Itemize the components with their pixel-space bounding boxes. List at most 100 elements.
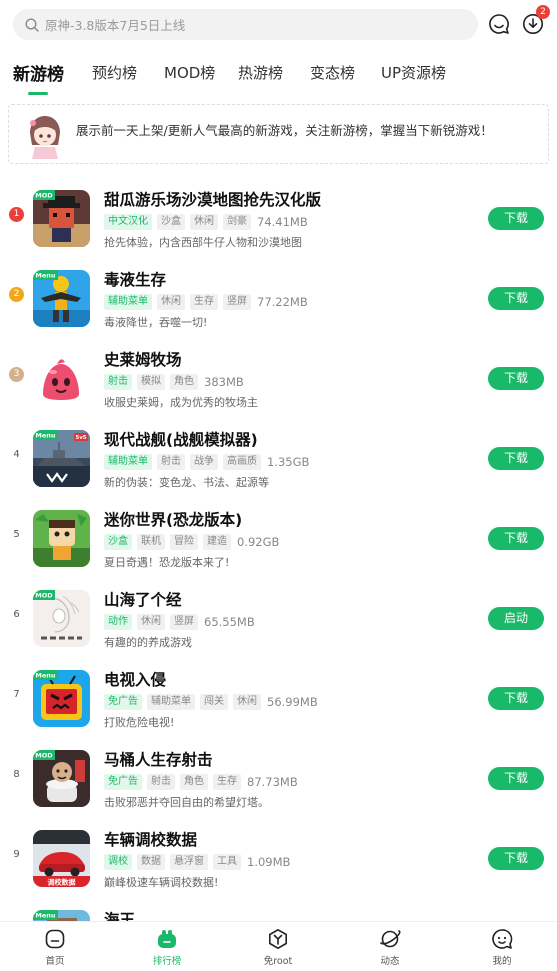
list-item[interactable]: 2 Menu 毒液生存 辅助菜单 休闲 生存 竖屏 77.22MB 毒液降世，吞… — [0, 258, 557, 338]
game-title[interactable]: 史莱姆牧场 — [104, 348, 182, 370]
game-title[interactable]: 山海了个经 — [104, 588, 182, 610]
svg-text:Menu: Menu — [35, 672, 56, 680]
game-icon[interactable]: MOD — [33, 190, 90, 247]
game-description: 毒液降世，吞噬一切! — [104, 316, 208, 329]
list-item[interactable]: 8 MOD 马桶人生存射击 免广告 射击 角色 生存 87.73MB 击败邪恶并… — [0, 738, 557, 818]
tag: 休闲 — [233, 693, 261, 710]
list-item[interactable]: 1 MOD 甜瓜游乐场沙漠地图抢先汉化版 中文汉化 沙盒 休闲 剑豪 74.41… — [0, 178, 557, 258]
game-title[interactable]: 电视入侵 — [104, 668, 166, 690]
svg-text:Menu: Menu — [35, 432, 56, 440]
tab-mod[interactable]: MOD榜 — [164, 62, 215, 83]
game-title[interactable]: 马桶人生存射击 — [104, 748, 213, 770]
tag: 生存 — [213, 773, 241, 790]
game-description: 新的伪装：变色龙、书法、起源等 — [104, 476, 269, 489]
tab-modded[interactable]: 变态榜 — [310, 62, 355, 83]
game-title[interactable]: 毒液生存 — [104, 268, 166, 290]
game-title[interactable]: 车辆调校数据 — [104, 828, 197, 850]
ranking-tabs: 新游榜 预约榜 MOD榜 热游榜 变态榜 UP资源榜 — [0, 57, 557, 97]
svg-text:MOD: MOD — [35, 752, 53, 760]
list-item[interactable]: 5 迷你世界(恐龙版本) 沙盒 联机 冒险 建造 0.92GB 夏日奇遇！恐龙版… — [0, 498, 557, 578]
tag: 工具 — [213, 853, 241, 870]
game-icon[interactable]: Menu — [33, 910, 90, 921]
game-icon[interactable] — [33, 350, 90, 407]
game-ranking-list: 1 MOD 甜瓜游乐场沙漠地图抢先汉化版 中文汉化 沙盒 休闲 剑豪 74.41… — [0, 166, 557, 921]
game-title[interactable]: 海王 — [104, 908, 135, 921]
game-icon[interactable]: MOD — [33, 590, 90, 647]
tag: 射击 — [157, 453, 185, 470]
rank-number: 8 — [13, 769, 20, 780]
nav-label: 首页 — [45, 956, 65, 967]
file-size: 77.22MB — [257, 294, 308, 309]
game-description: 收服史莱姆，成为优秀的牧场主 — [104, 396, 258, 409]
game-icon[interactable]: Menu — [33, 670, 90, 727]
game-tags: 调校 数据 悬浮窗 工具 1.09MB — [104, 853, 290, 870]
download-button[interactable]: 下载 — [488, 527, 544, 550]
game-description: 打败危险电视! — [104, 716, 175, 729]
download-button[interactable]: 下载 — [488, 287, 544, 310]
download-button[interactable]: 下载 — [488, 767, 544, 790]
launch-button[interactable]: 启动 — [488, 607, 544, 630]
nav-home[interactable]: 首页 — [25, 928, 85, 967]
game-icon[interactable]: Menu — [33, 270, 90, 327]
hexagon-y-icon — [269, 929, 287, 949]
rank-badge: 3 — [9, 367, 24, 382]
rank-badge: 1 — [9, 207, 24, 222]
top-bar: 原神-3.8版本7月5日上线 2 — [0, 0, 557, 50]
tag: 闯关 — [200, 693, 228, 710]
file-size: 87.73MB — [247, 774, 298, 789]
game-icon[interactable]: Menu 5v5 — [33, 430, 90, 487]
game-description: 有趣的的养成游戏 — [104, 636, 192, 649]
nav-feed[interactable]: 动态 — [360, 928, 420, 967]
nav-label: 动态 — [380, 956, 400, 967]
list-item[interactable]: 7 Menu 电视入侵 免广告 辅助菜单 闯关 休闲 56.99MB 打败危险电… — [0, 658, 557, 738]
game-icon[interactable]: 调校数据 — [33, 830, 90, 887]
profile-face-icon — [492, 929, 513, 949]
game-description: 抢先体验，内含西部牛仔人物和沙漠地图 — [104, 236, 302, 249]
tag: 休闲 — [157, 293, 185, 310]
tab-hot-games[interactable]: 热游榜 — [238, 62, 283, 83]
message-icon[interactable] — [487, 12, 511, 36]
game-description: 击败邪恶并夺回自由的希望灯塔。 — [104, 796, 269, 809]
file-size: 1.09MB — [247, 854, 291, 869]
download-button[interactable]: 下载 — [488, 847, 544, 870]
search-bar[interactable]: 原神-3.8版本7月5日上线 — [13, 9, 478, 40]
list-item[interactable]: 4 Menu 5v5 现代战舰(战舰模拟器) 辅助菜单 射击 战争 高画质 1.… — [0, 418, 557, 498]
list-item[interactable]: Menu 海王 — [0, 898, 557, 921]
game-title[interactable]: 甜瓜游乐场沙漠地图抢先汉化版 — [104, 188, 321, 210]
file-size: 0.92GB — [237, 534, 280, 549]
bottom-navigation: 首页 排行榜 免root 动态 我的 — [0, 921, 557, 971]
download-button[interactable]: 下载 — [488, 367, 544, 390]
svg-text:Menu: Menu — [35, 272, 56, 280]
nav-profile[interactable]: 我的 — [472, 928, 532, 967]
tag: 建造 — [203, 533, 231, 550]
tag: 冒险 — [170, 533, 198, 550]
game-title[interactable]: 迷你世界(恐龙版本) — [104, 508, 242, 530]
tab-reservation[interactable]: 预约榜 — [92, 62, 137, 83]
game-title[interactable]: 现代战舰(战舰模拟器) — [104, 428, 258, 450]
game-tags: 辅助菜单 休闲 生存 竖屏 77.22MB — [104, 293, 308, 310]
tag: 沙盒 — [157, 213, 185, 230]
tag: 战争 — [190, 453, 218, 470]
game-icon[interactable] — [33, 510, 90, 567]
game-icon[interactable]: MOD — [33, 750, 90, 807]
nav-no-root[interactable]: 免root — [248, 928, 308, 967]
active-tab-indicator — [28, 92, 48, 95]
nav-ranking[interactable]: 排行榜 — [137, 928, 197, 967]
game-description: 巅峰极速车辆调校数据! — [104, 876, 219, 889]
game-tags: 沙盒 联机 冒险 建造 0.92GB — [104, 533, 279, 550]
list-item[interactable]: 6 MOD 山海了个经 动作 休闲 竖屏 65.55MB 有趣的的养成游戏 启动 — [0, 578, 557, 658]
download-button[interactable]: 下载 — [488, 447, 544, 470]
tag: 休闲 — [137, 613, 165, 630]
download-button[interactable]: 下载 — [488, 687, 544, 710]
list-item[interactable]: 9 调校数据 车辆调校数据 调校 数据 悬浮窗 工具 1.09MB 巅峰极速车辆… — [0, 818, 557, 898]
tab-new-games[interactable]: 新游榜 — [13, 60, 64, 85]
tag: 调校 — [104, 853, 132, 870]
ranking-info-banner: 展示前一天上架/更新人气最高的新游戏，关注新游榜，掌握当下新锐游戏！ — [8, 104, 549, 164]
file-size: 65.55MB — [204, 614, 255, 629]
tag: 中文汉化 — [104, 213, 152, 230]
list-item[interactable]: 3 史莱姆牧场 射击 模拟 角色 383MB 收服史莱姆，成为优秀的牧场主 下载 — [0, 338, 557, 418]
download-button[interactable]: 下载 — [488, 207, 544, 230]
game-tags: 辅助菜单 射击 战争 高画质 1.35GB — [104, 453, 309, 470]
file-size: 56.99MB — [267, 694, 318, 709]
tab-up-resources[interactable]: UP资源榜 — [381, 62, 446, 83]
